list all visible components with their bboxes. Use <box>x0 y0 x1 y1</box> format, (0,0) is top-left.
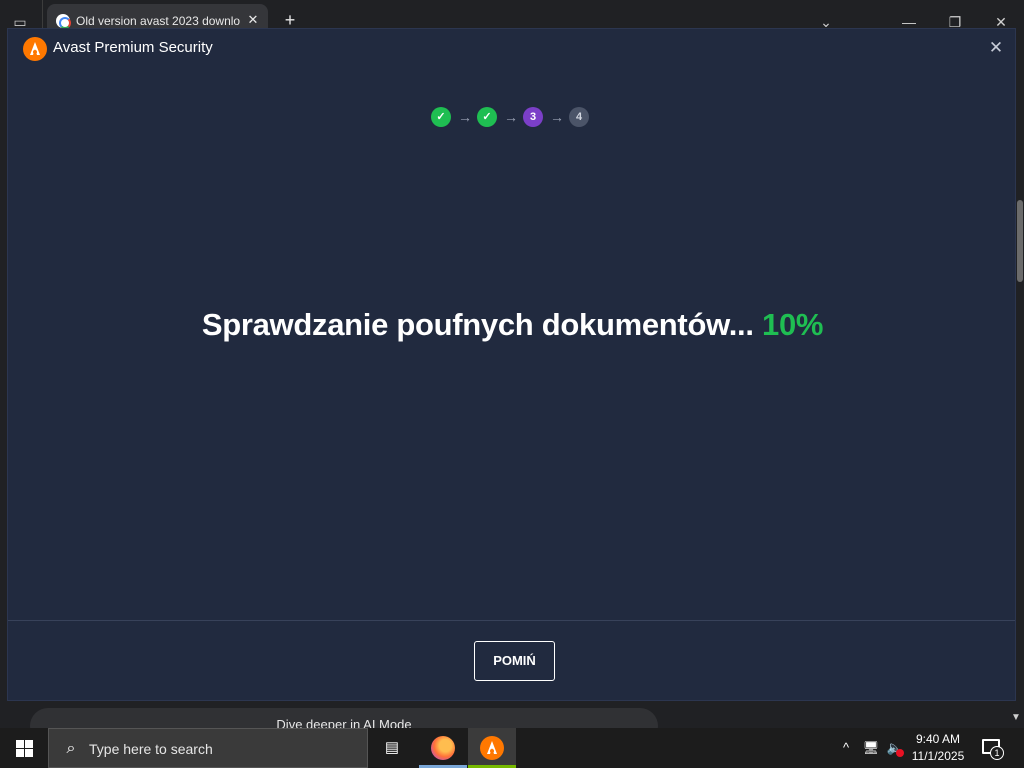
google-favicon-icon <box>56 14 71 29</box>
window-title: Avast Premium Security <box>53 39 213 56</box>
close-icon[interactable]: ✕ <box>986 38 1006 58</box>
clock-time: 9:40 AM <box>915 732 961 746</box>
taskbar: ⌕ Type here to search ▤ ^ 🖥 🔈 9:40 AM 11… <box>0 728 1024 768</box>
step-4-pending: 4 <box>569 107 589 127</box>
scan-status: Sprawdzanie poufnych dokumentów... 10% <box>8 307 1017 343</box>
footer-divider <box>8 620 1015 621</box>
avast-window: Avast Premium Security ✕ ✓ → ✓ → 3 → 4 S… <box>7 28 1016 701</box>
install-steps: ✓ → ✓ → 3 → 4 <box>8 105 1017 129</box>
taskbar-search-input[interactable]: ⌕ Type here to search <box>48 728 368 768</box>
page-scrollbar[interactable] <box>1016 80 1024 720</box>
windows-start-icon[interactable] <box>0 728 48 768</box>
scroll-down-icon[interactable]: ▼ <box>1009 711 1023 725</box>
clock-date: 11/1/2025 <box>911 749 965 763</box>
step-1-done-icon: ✓ <box>431 107 451 127</box>
task-view-button[interactable]: ▤ <box>368 728 416 768</box>
notification-count: 1 <box>990 746 1004 760</box>
avast-icon <box>480 736 504 760</box>
tab-title: Old version avast 2023 downlo <box>76 14 241 28</box>
avast-taskbar-button[interactable] <box>468 728 516 768</box>
mute-badge-icon <box>896 749 904 757</box>
tab-close-icon[interactable]: ✕ <box>245 12 261 28</box>
avast-logo-icon <box>23 37 47 61</box>
tray-chevron-icon[interactable]: ^ <box>838 739 854 757</box>
task-view-icon: ▤ <box>384 739 400 756</box>
network-icon[interactable]: 🖥 <box>861 739 881 757</box>
firefox-taskbar-button[interactable] <box>419 728 467 768</box>
skip-button[interactable]: POMIŃ <box>474 641 555 681</box>
scan-status-text: Sprawdzanie poufnych dokumentów... <box>201 307 754 342</box>
arrow-right-icon: → <box>550 109 564 125</box>
notification-center-button[interactable]: 1 <box>980 738 1004 760</box>
scan-progress-percent: 10% <box>762 307 824 342</box>
search-placeholder: Type here to search <box>89 741 213 757</box>
arrow-right-icon: → <box>458 109 472 125</box>
step-2-done-icon: ✓ <box>477 107 497 127</box>
search-icon: ⌕ <box>66 740 76 757</box>
step-3-active: 3 <box>523 107 543 127</box>
scrollbar-thumb[interactable] <box>1017 200 1023 282</box>
firefox-icon <box>431 736 455 760</box>
new-tab-button[interactable]: + <box>280 10 300 30</box>
taskbar-clock[interactable]: 9:40 AM 11/1/2025 <box>905 731 971 765</box>
arrow-right-icon: → <box>504 109 518 125</box>
